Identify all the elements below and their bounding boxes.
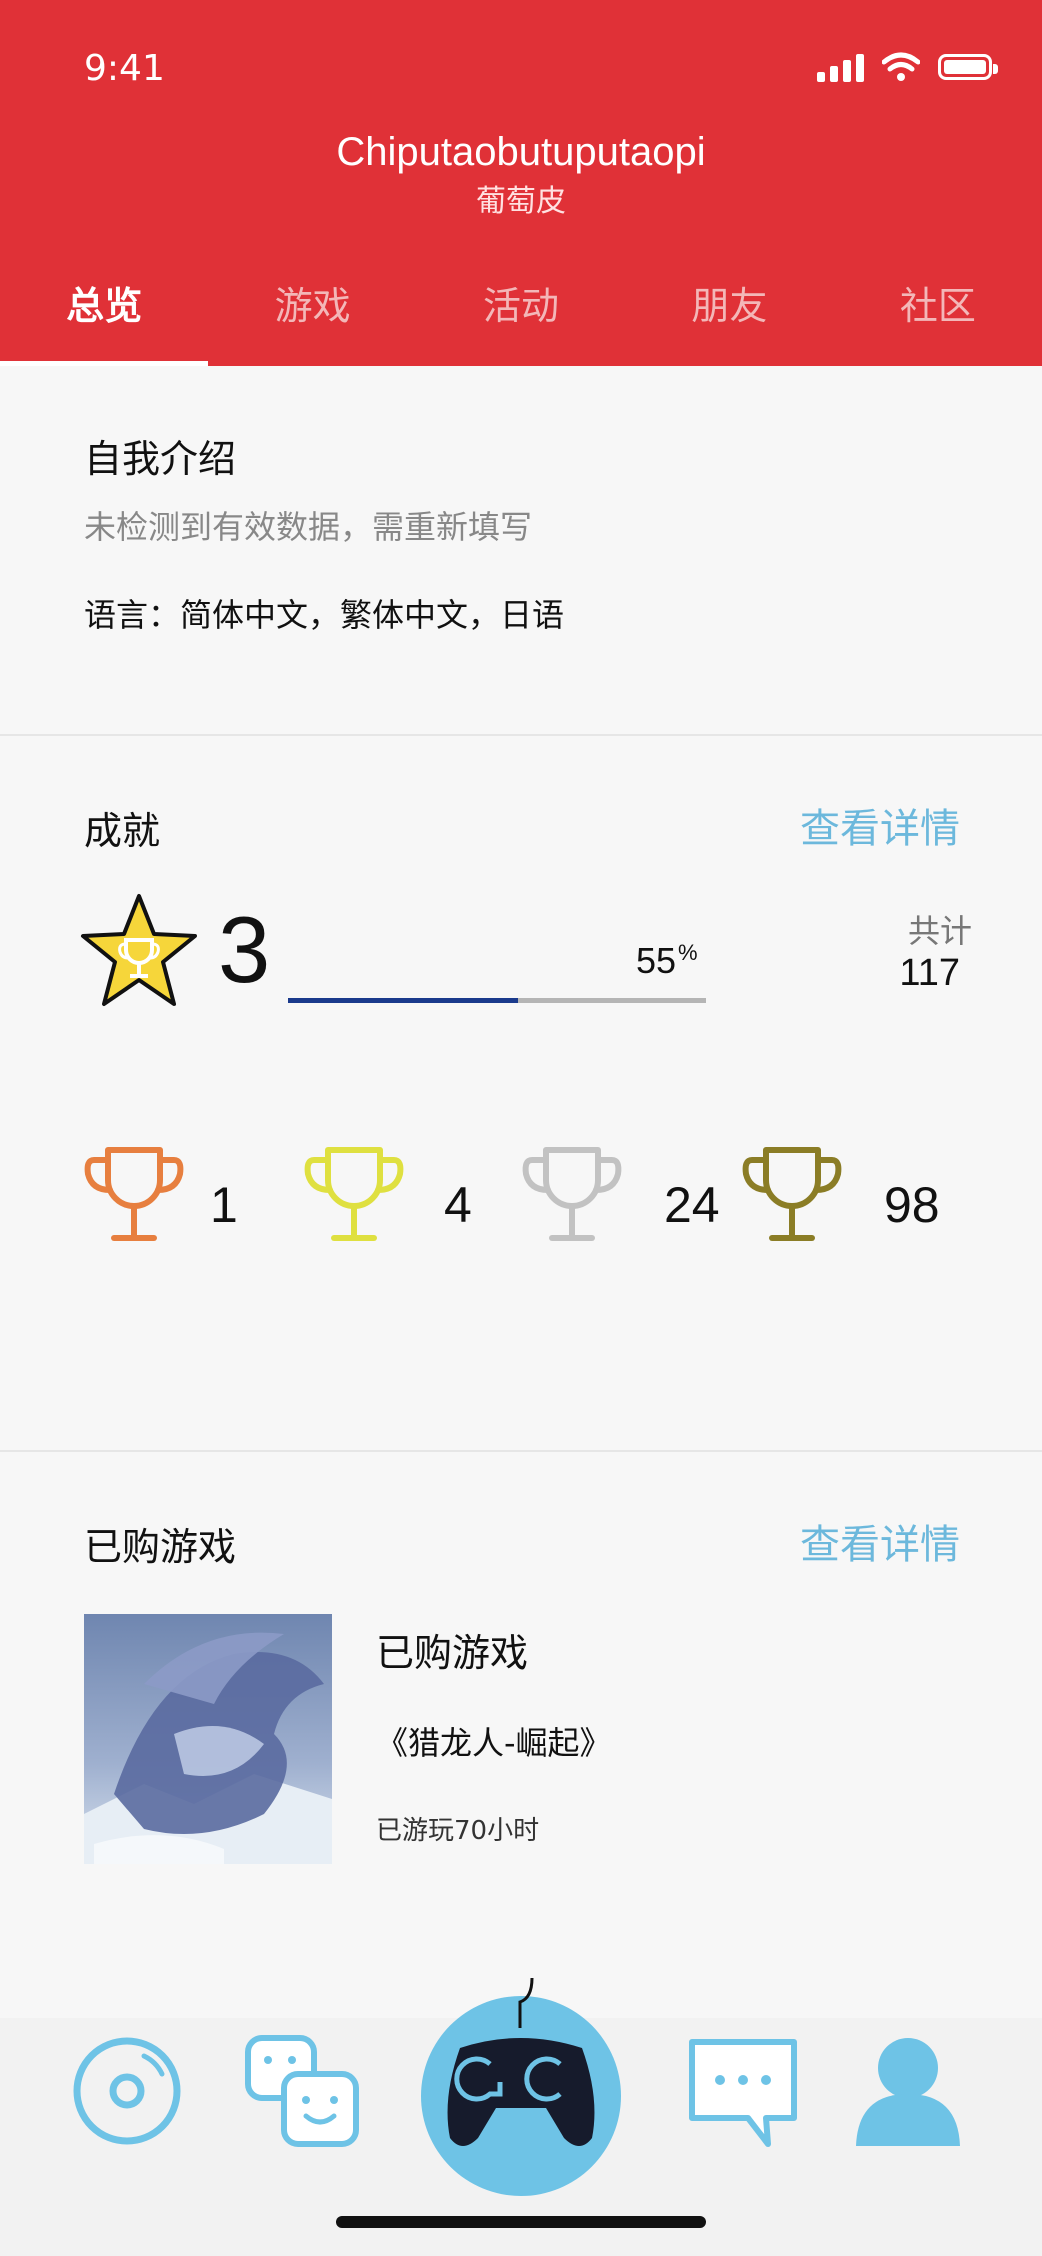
olive-trophy-icon bbox=[742, 1147, 842, 1241]
divider bbox=[0, 1450, 1042, 1452]
intro-hint[interactable]: 未检测到有效数据，需重新填写 bbox=[84, 502, 532, 548]
achievements-heading: 成就 bbox=[84, 809, 161, 853]
home-indicator bbox=[336, 2216, 706, 2228]
total-label: 共计 bbox=[907, 912, 972, 950]
friends-icon[interactable] bbox=[244, 2034, 360, 2150]
gold-trophy-icon bbox=[304, 1147, 404, 1241]
percent-symbol: % bbox=[678, 940, 698, 965]
profile-name: Chiputaobutuputaopi bbox=[336, 130, 706, 174]
header: 9:41 Chiputaobutuputaopi 葡萄皮 总览 游戏 活动 朋友… bbox=[0, 0, 1042, 366]
tab-activity[interactable]: 活动 bbox=[417, 270, 625, 366]
disc-icon[interactable] bbox=[70, 2034, 184, 2148]
game-cover-image[interactable] bbox=[84, 1614, 332, 1864]
status-time: 9:41 bbox=[84, 48, 165, 89]
game-playtime: 已游玩70小时 bbox=[376, 1816, 540, 1846]
olive-trophy-count: 98 bbox=[884, 1177, 940, 1233]
game-item-title: 已购游戏 bbox=[376, 1631, 529, 1675]
profile-icon[interactable] bbox=[854, 2034, 962, 2146]
status-icons bbox=[817, 52, 998, 82]
bronze-trophy-count: 1 bbox=[210, 1177, 238, 1233]
bronze-trophy-icon bbox=[84, 1147, 184, 1241]
tab-games[interactable]: 游戏 bbox=[208, 270, 416, 366]
progress-percent: 55% bbox=[636, 940, 698, 981]
progress-fill bbox=[288, 998, 518, 1003]
silver-trophy-icon bbox=[522, 1147, 622, 1241]
tab-community[interactable]: 社区 bbox=[834, 270, 1042, 366]
battery-icon bbox=[938, 54, 998, 80]
profile-nickname: 葡萄皮 bbox=[476, 184, 566, 219]
intro-heading: 自我介绍 bbox=[84, 437, 237, 481]
star-trophy-icon bbox=[81, 894, 197, 1006]
achievements-details-link[interactable]: 查看详情 bbox=[800, 796, 960, 854]
total-value: 117 bbox=[899, 952, 960, 994]
game-name[interactable]: 《猎龙人-崛起》 bbox=[376, 1718, 612, 1764]
wifi-icon bbox=[882, 52, 920, 81]
silver-trophy-count: 24 bbox=[664, 1177, 720, 1233]
tab-bar: 总览 游戏 活动 朋友 社区 bbox=[0, 270, 1042, 366]
achievement-level: 3 bbox=[218, 897, 271, 1002]
gamepad-icon[interactable] bbox=[420, 1978, 622, 2198]
gold-trophy-count: 4 bbox=[444, 1177, 472, 1233]
divider bbox=[0, 734, 1042, 736]
purchased-heading: 已购游戏 bbox=[84, 1525, 237, 1569]
purchased-details-link[interactable]: 查看详情 bbox=[800, 1512, 960, 1570]
tab-overview[interactable]: 总览 bbox=[0, 270, 209, 366]
signal-icon bbox=[817, 52, 864, 82]
tab-friends[interactable]: 朋友 bbox=[625, 270, 833, 366]
progress-bar bbox=[288, 998, 706, 1003]
intro-language: 语言：简体中文，繁体中文，日语 bbox=[84, 596, 565, 634]
chat-icon[interactable] bbox=[686, 2036, 800, 2150]
